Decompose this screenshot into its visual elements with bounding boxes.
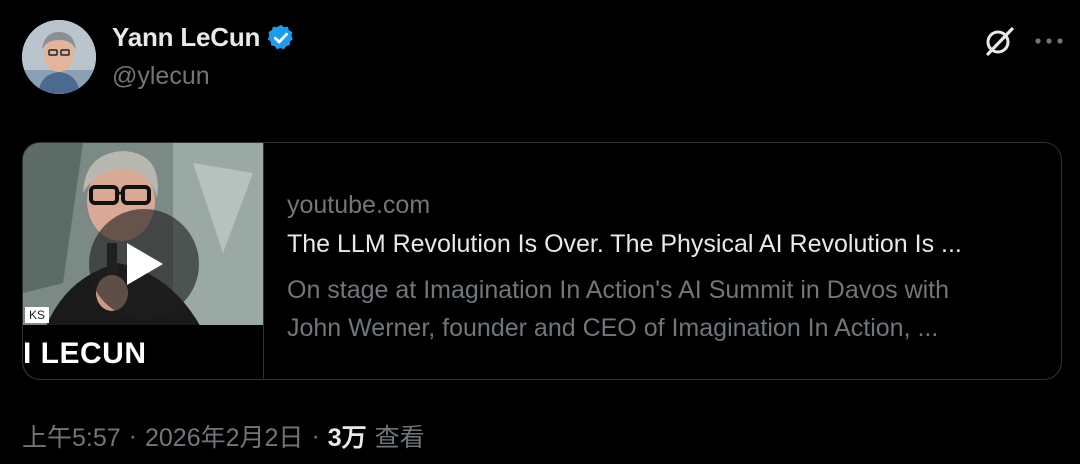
meta-separator: ·: [128, 421, 137, 450]
thumbnail-banner-text: I LECUN: [23, 337, 147, 370]
grok-icon: [986, 27, 1014, 56]
author-handle[interactable]: @ylecun: [112, 62, 210, 91]
link-description-line-1: On stage at Imagination In Action's AI S…: [287, 276, 950, 304]
video-thumbnail[interactable]: KS I LECUN: [23, 143, 264, 379]
tweet-time[interactable]: 上午5:57: [22, 418, 121, 454]
views-label: 查看: [374, 424, 425, 452]
avatar[interactable]: [22, 20, 96, 94]
more-button[interactable]: [1028, 20, 1070, 62]
verified-badge-icon: [266, 23, 296, 53]
views-count: 3万: [327, 424, 367, 452]
more-horizontal-icon: [1035, 38, 1063, 44]
author-display-name[interactable]: Yann LeCun: [112, 22, 260, 53]
grok-button[interactable]: [978, 20, 1020, 62]
meta-separator: ·: [311, 421, 320, 450]
link-title: The LLM Revolution Is Over. The Physical…: [287, 230, 962, 258]
link-card[interactable]: KS I LECUN youtube.com The LLM Revolutio…: [22, 142, 1062, 380]
link-description-line-2: John Werner, founder and CEO of Imaginat…: [287, 314, 939, 342]
tweet-meta: 上午5:57 · 2026年2月2日 · 3万 查看: [22, 418, 425, 454]
tweet-date[interactable]: 2026年2月2日: [145, 418, 303, 454]
author-name-row: Yann LeCun: [112, 22, 296, 53]
play-icon: [127, 243, 163, 285]
link-card-info: youtube.com The LLM Revolution Is Over. …: [287, 191, 1047, 347]
link-description: On stage at Imagination In Action's AI S…: [287, 271, 1047, 347]
thumbnail-banner: I LECUN: [23, 325, 263, 379]
avatar-portrait: [22, 20, 96, 94]
play-button[interactable]: [89, 209, 199, 319]
thumbnail-caption: KS: [25, 307, 50, 323]
link-domain: youtube.com: [287, 191, 431, 219]
